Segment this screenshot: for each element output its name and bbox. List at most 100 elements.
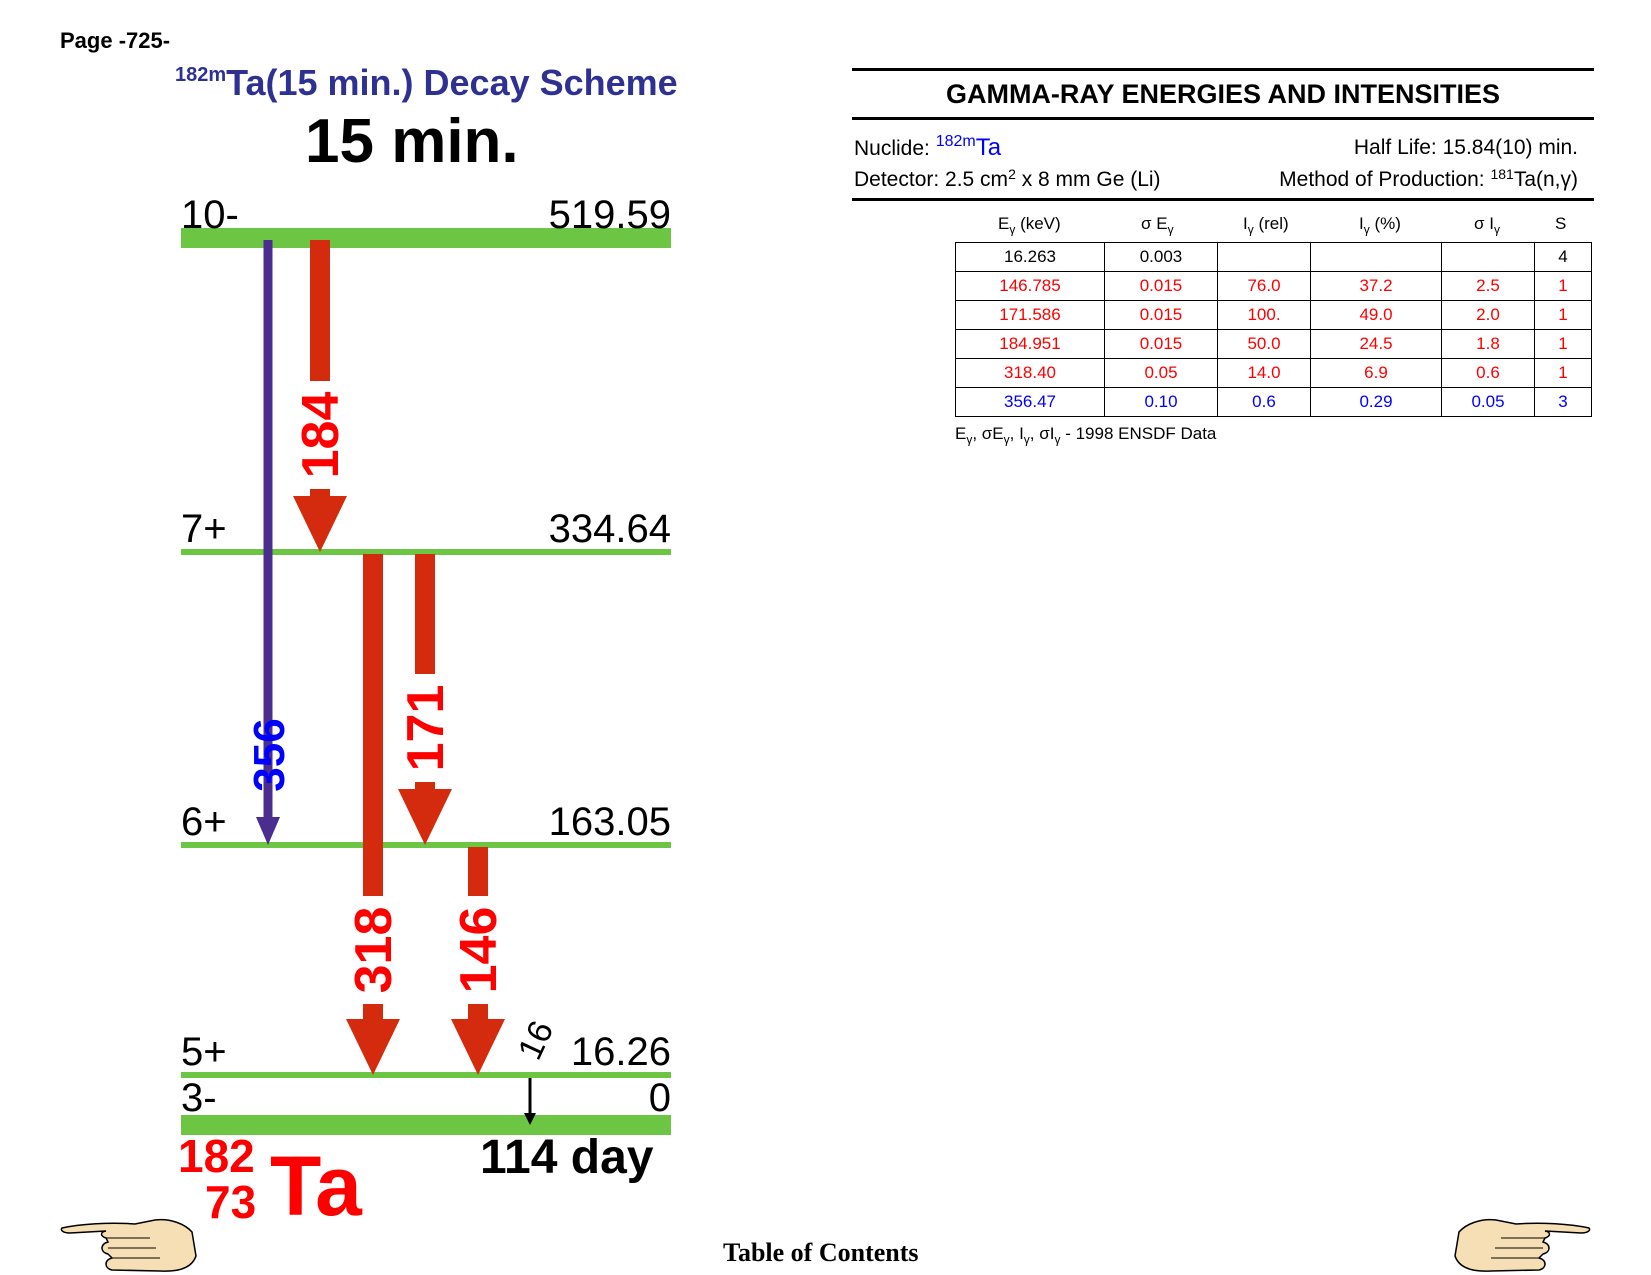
table-cell: 37.2 xyxy=(1310,271,1442,301)
pointing-hand-left-icon[interactable] xyxy=(60,1218,200,1274)
transition-arrowhead-318 xyxy=(346,1019,400,1075)
header-sigma-e: σ E xyxy=(1141,214,1168,233)
header-energy-e: E xyxy=(998,214,1010,233)
table-cell: 146.785 xyxy=(955,271,1105,301)
table-cell: 0.29 xyxy=(1310,387,1442,417)
transition-shaft-184 xyxy=(310,240,330,381)
daughter-symbol: Ta xyxy=(270,1139,363,1233)
header-sigma-intensity: σ Iγ xyxy=(1474,214,1500,236)
table-cell: 0.6 xyxy=(1441,358,1535,388)
header-intensity-rel: Iγ (rel) xyxy=(1243,214,1289,236)
level-energy-1: 334.64 xyxy=(549,507,671,551)
table-cell: 356.47 xyxy=(955,387,1105,417)
table-cell: 1 xyxy=(1534,300,1592,330)
method-sup: 181 xyxy=(1490,166,1514,182)
table-cell: 1 xyxy=(1534,358,1592,388)
table-cell: 0.05 xyxy=(1441,387,1535,417)
nuclide-label: Nuclide: xyxy=(854,137,930,160)
table-cell: 50.0 xyxy=(1217,329,1311,359)
table-cell: 171.586 xyxy=(955,300,1105,330)
transition-label-184: 184 xyxy=(292,392,350,479)
table-row: 356.47 0.10 0.6 0.29 0.05 3 xyxy=(955,387,1592,417)
transition-arrowhead-171 xyxy=(398,789,452,845)
detector-meta: Detector: 2.5 cm2 x 8 mm Ge (Li) xyxy=(854,166,1161,192)
table-cell: 0.015 xyxy=(1104,329,1218,359)
table-cell: 1.8 xyxy=(1441,329,1535,359)
transition-label-356: 356 xyxy=(245,718,294,791)
transition-label-146: 146 xyxy=(450,907,508,994)
table-row: 171.586 0.015 100. 49.0 2.0 1 xyxy=(955,300,1592,330)
header-sigma-i-sub: γ xyxy=(1493,222,1500,237)
level-spin-0: 10- xyxy=(181,193,239,237)
transition-shaft-lower-146 xyxy=(468,1004,488,1019)
header-energy-unit: (keV) xyxy=(1015,214,1061,233)
daughter-mass-number: 182 xyxy=(178,1130,255,1182)
ground-halflife: 114 day xyxy=(480,1131,654,1184)
level-spin-3: 5+ xyxy=(181,1030,227,1074)
level-energy-0: 519.59 xyxy=(549,193,671,237)
table-cell: 4 xyxy=(1534,242,1592,272)
nuclide-line: Nuclide: 182mTa xyxy=(854,133,1001,162)
transition-arrowhead-146 xyxy=(451,1019,505,1075)
table-cell: 1 xyxy=(1534,271,1592,301)
transition-shaft-146 xyxy=(468,847,488,896)
method-pre: Method of Production: xyxy=(1279,168,1491,191)
table-row: 16.263 0.003 4 xyxy=(955,242,1592,272)
table-cell: 0.003 xyxy=(1104,242,1218,272)
table-cell: 0.6 xyxy=(1217,387,1311,417)
header-irel-unit: (rel) xyxy=(1253,214,1289,233)
nuclide-mass: 182m xyxy=(935,133,976,150)
method-post: Ta(n,γ) xyxy=(1513,168,1578,191)
meta-divider xyxy=(852,198,1594,201)
table-of-contents-link[interactable]: Table of Contents xyxy=(723,1238,919,1268)
transition-shaft-lower-318 xyxy=(363,1004,383,1019)
gamma-table-title: GAMMA-RAY ENERGIES AND INTENSITIES xyxy=(852,68,1594,120)
level-energy-4: 0 xyxy=(649,1076,671,1120)
table-cell: 100. xyxy=(1217,300,1311,330)
detector-post: x 8 mm Ge (Li) xyxy=(1015,168,1161,191)
detector-pre: Detector: 2.5 cm xyxy=(854,168,1009,191)
level-energy-2: 163.05 xyxy=(549,800,671,844)
transition-arrowhead-356 xyxy=(256,817,280,845)
nuclide-name: 182mTa xyxy=(935,133,1001,161)
table-cell: 16.263 xyxy=(955,242,1105,272)
level-spin-1: 7+ xyxy=(181,507,227,551)
level-spin-4: 3- xyxy=(181,1076,217,1120)
table-cell: 0.05 xyxy=(1104,358,1218,388)
level-energy-3: 16.26 xyxy=(571,1030,671,1074)
table-cell: 184.951 xyxy=(955,329,1105,359)
table-cell: 76.0 xyxy=(1217,271,1311,301)
transition-label-318: 318 xyxy=(345,907,403,994)
table-row: 318.40 0.05 14.0 6.9 0.6 1 xyxy=(955,358,1592,388)
pointing-hand-right-icon[interactable] xyxy=(1451,1218,1591,1274)
table-row: 146.785 0.015 76.0 37.2 2.5 1 xyxy=(955,271,1592,301)
half-life-meta: Half Life: 15.84(10) min. xyxy=(1353,136,1578,159)
table-cell: 0.10 xyxy=(1104,387,1218,417)
transition-shaft-lower-184 xyxy=(310,489,330,496)
header-sigma-energy: σ Eγ xyxy=(1141,214,1174,236)
header-sigma-e-sub: γ xyxy=(1167,222,1174,237)
header-s: S xyxy=(1555,214,1567,233)
transition-label-16: 16 xyxy=(511,1015,561,1065)
daughter-atomic-number: 73 xyxy=(205,1176,256,1228)
table-cell: 49.0 xyxy=(1310,300,1442,330)
header-intensity-pct: Iγ (%) xyxy=(1359,214,1401,236)
table-footnote: Eγ, σEγ, Iγ, σIγ - 1998 ENSDF Data xyxy=(955,424,1217,447)
table-cell: 0.015 xyxy=(1104,300,1218,330)
gamma-table: 16.263 0.003 4 146.785 0.015 76.0 37.2 2.5 1 171.… xyxy=(955,242,1592,417)
table-cell: 1 xyxy=(1534,329,1592,359)
table-cell xyxy=(1441,242,1535,272)
table-cell: 2.0 xyxy=(1441,300,1535,330)
footnote-source: 1998 ENSDF Data xyxy=(1075,424,1217,443)
table-cell: 2.5 xyxy=(1441,271,1535,301)
transition-shaft-171 xyxy=(415,554,435,674)
transition-shaft-318 xyxy=(363,554,383,896)
detector-sup: 2 xyxy=(1008,166,1016,182)
transition-shaft-lower-171 xyxy=(415,782,435,789)
transition-label-171: 171 xyxy=(397,685,455,772)
transition-arrowhead-184 xyxy=(293,496,347,552)
header-ipct-unit: (%) xyxy=(1369,214,1401,233)
header-sigma-i: σ I xyxy=(1474,214,1494,233)
level-spin-2: 6+ xyxy=(181,800,227,844)
header-energy: Eγ (keV) xyxy=(998,214,1061,236)
